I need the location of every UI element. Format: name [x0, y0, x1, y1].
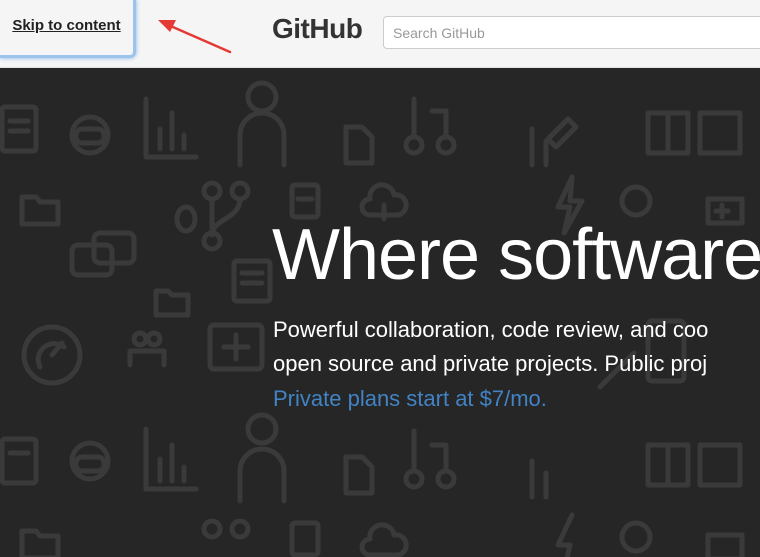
graph-icon [143, 426, 199, 492]
clipboard-icon [231, 258, 273, 304]
hero-description-line: open source and private projects. Public… [273, 351, 708, 376]
book-icon [0, 436, 39, 486]
site-header: Skip to content GitHub [0, 0, 760, 68]
folder-icon [19, 194, 61, 227]
file-icon [289, 520, 321, 557]
file-icon [343, 454, 375, 496]
search-input[interactable] [383, 16, 760, 49]
hero-description: Powerful collaboration, code review, and… [273, 313, 708, 381]
private-plans-link[interactable]: Private plans start at $7/mo. [273, 386, 547, 412]
dashboard-icon [21, 324, 83, 386]
github-logo[interactable]: GitHub [272, 13, 363, 45]
octocat-icon [69, 114, 111, 156]
folder-icon [19, 528, 61, 557]
pull-request-icon [201, 180, 251, 252]
hero-description-line: Powerful collaboration, code review, and… [273, 317, 709, 342]
book-icon [645, 110, 743, 156]
graph-icon [529, 126, 549, 168]
book-icon [0, 104, 39, 154]
octocat-icon [619, 520, 653, 554]
comment-icon [69, 230, 137, 278]
pull-request-icon [403, 428, 457, 490]
book-icon [645, 442, 743, 488]
file-icon [289, 182, 321, 220]
graph-icon [529, 458, 549, 500]
folder-icon [705, 532, 745, 557]
hero-section: Where software Powerful collaboration, c… [0, 69, 760, 557]
lightning-icon [555, 512, 575, 557]
cloud-download-icon [359, 182, 409, 222]
cloud-download-icon [359, 522, 409, 557]
annotation-arrow-icon [158, 20, 232, 54]
file-icon [343, 124, 375, 166]
people-icon [237, 80, 287, 168]
graph-icon [143, 96, 199, 160]
pull-request-icon [403, 96, 457, 156]
pull-request-icon [201, 518, 251, 540]
hero-title: Where software [272, 215, 760, 295]
bug-icon [174, 204, 198, 234]
people-icon [127, 330, 167, 368]
pencil-icon [545, 116, 579, 150]
folder-icon [153, 288, 191, 318]
octocat-icon [69, 440, 111, 482]
octocat-icon [619, 184, 653, 218]
people-icon [237, 412, 287, 504]
skip-to-content-link[interactable]: Skip to content [0, 0, 136, 58]
plus-icon [207, 322, 265, 372]
